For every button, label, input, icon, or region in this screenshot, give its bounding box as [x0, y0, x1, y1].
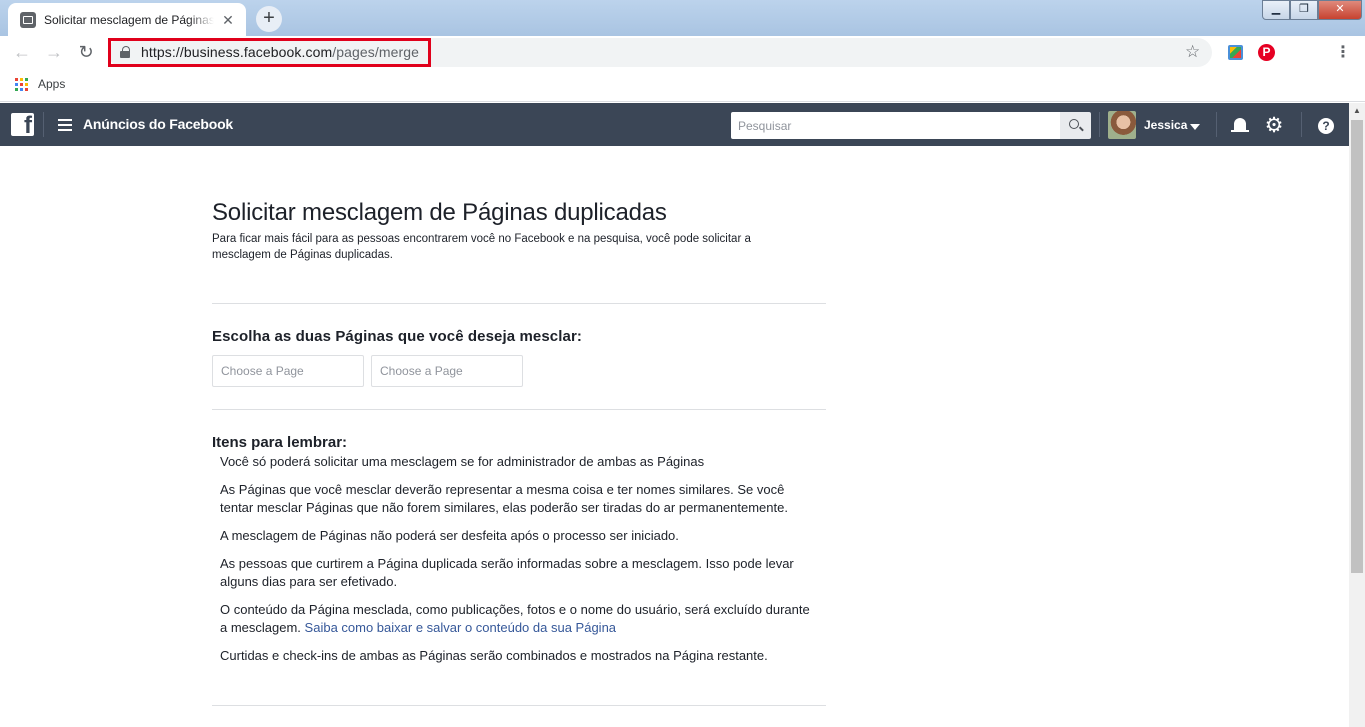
list-item: As pessoas que curtirem a Página duplica… — [220, 556, 794, 589]
bookmarks-bar: Apps — [0, 69, 1365, 102]
maximize-button[interactable]: ❐ — [1290, 0, 1318, 20]
forward-arrow-icon[interactable]: → — [42, 41, 66, 65]
header-separator — [1099, 112, 1100, 137]
pinterest-icon[interactable]: P — [1258, 44, 1275, 61]
extension-icon[interactable] — [1228, 45, 1243, 60]
divider — [212, 303, 826, 304]
minimize-button[interactable]: ▁ — [1262, 0, 1290, 20]
browser-tab[interactable]: Solicitar mesclagem de Páginas d ✕ — [8, 3, 246, 36]
choose-page-1-input[interactable] — [212, 355, 364, 387]
tab-favicon-icon — [20, 11, 36, 28]
chevron-down-icon[interactable] — [1190, 124, 1200, 130]
search-input[interactable] — [731, 112, 1060, 139]
close-window-button[interactable]: ✕ — [1318, 0, 1362, 20]
page-description: Para ficar mais fácil para as pessoas en… — [212, 233, 751, 261]
reminder-list: Você só poderá solicitar uma mesclagem s… — [220, 453, 820, 675]
reload-icon[interactable]: ↻ — [74, 41, 98, 65]
tab-title: Solicitar mesclagem de Páginas d — [44, 12, 214, 27]
facebook-header: f Anúncios do Facebook Jessica ⚙ ? — [0, 103, 1349, 146]
bookmark-star-icon[interactable]: ☆ — [1185, 42, 1200, 62]
remember-heading: Itens para lembrar: — [212, 434, 348, 451]
close-tab-icon[interactable]: ✕ — [220, 12, 236, 28]
scroll-up-arrow-icon[interactable]: ▲ — [1349, 103, 1365, 119]
list-item: Você só poderá solicitar uma mesclagem s… — [220, 454, 705, 469]
page-title: Solicitar mesclagem de Páginas duplicada… — [212, 199, 667, 226]
header-title[interactable]: Anúncios do Facebook — [83, 116, 233, 132]
hamburger-menu-icon[interactable] — [58, 119, 72, 131]
choose-pages-heading: Escolha as duas Páginas que você deseja … — [212, 328, 582, 345]
list-item: As Páginas que você mesclar deverão repr… — [220, 482, 788, 515]
choose-page-2-input[interactable] — [371, 355, 523, 387]
url-text[interactable]: https://business.facebook.com/pages/merg… — [141, 44, 419, 60]
facebook-logo-icon[interactable]: f — [11, 113, 34, 136]
browser-titlebar: Solicitar mesclagem de Páginas d ✕ + ▁ ❐… — [0, 0, 1365, 36]
list-item: A mesclagem de Páginas não poderá ser de… — [220, 528, 679, 543]
header-separator — [1216, 112, 1217, 137]
gear-icon[interactable]: ⚙ — [1264, 115, 1284, 136]
search-icon[interactable] — [1060, 112, 1091, 139]
lock-icon[interactable] — [120, 46, 130, 58]
back-arrow-icon[interactable]: ← — [10, 41, 34, 65]
page-scrollbar[interactable]: ▲ — [1349, 103, 1365, 727]
bell-icon[interactable] — [1231, 117, 1249, 135]
user-name[interactable]: Jessica — [1144, 118, 1187, 132]
download-content-link[interactable]: Saiba como baixar e salvar o conteúdo da… — [305, 620, 616, 635]
apps-grid-icon[interactable] — [15, 78, 28, 91]
help-icon[interactable]: ? — [1318, 118, 1334, 134]
list-item-with-link: O conteúdo da Página mesclada, como publ… — [220, 601, 820, 637]
header-separator — [1301, 112, 1302, 137]
list-item: Curtidas e check-ins de ambas as Páginas… — [220, 648, 768, 663]
divider — [212, 705, 826, 706]
scroll-thumb[interactable] — [1351, 120, 1363, 573]
url-path: /pages/merge — [332, 44, 420, 60]
apps-bookmark[interactable]: Apps — [38, 77, 65, 91]
divider — [212, 409, 826, 410]
url-host: https://business.facebook.com — [141, 44, 333, 60]
new-tab-button[interactable]: + — [256, 6, 282, 32]
merge-pages-form: Solicitar mesclagem de Páginas duplicada… — [212, 200, 826, 263]
browser-menu-icon[interactable]: ⋮ — [1335, 42, 1351, 62]
header-separator — [43, 112, 44, 137]
avatar[interactable] — [1108, 111, 1136, 139]
